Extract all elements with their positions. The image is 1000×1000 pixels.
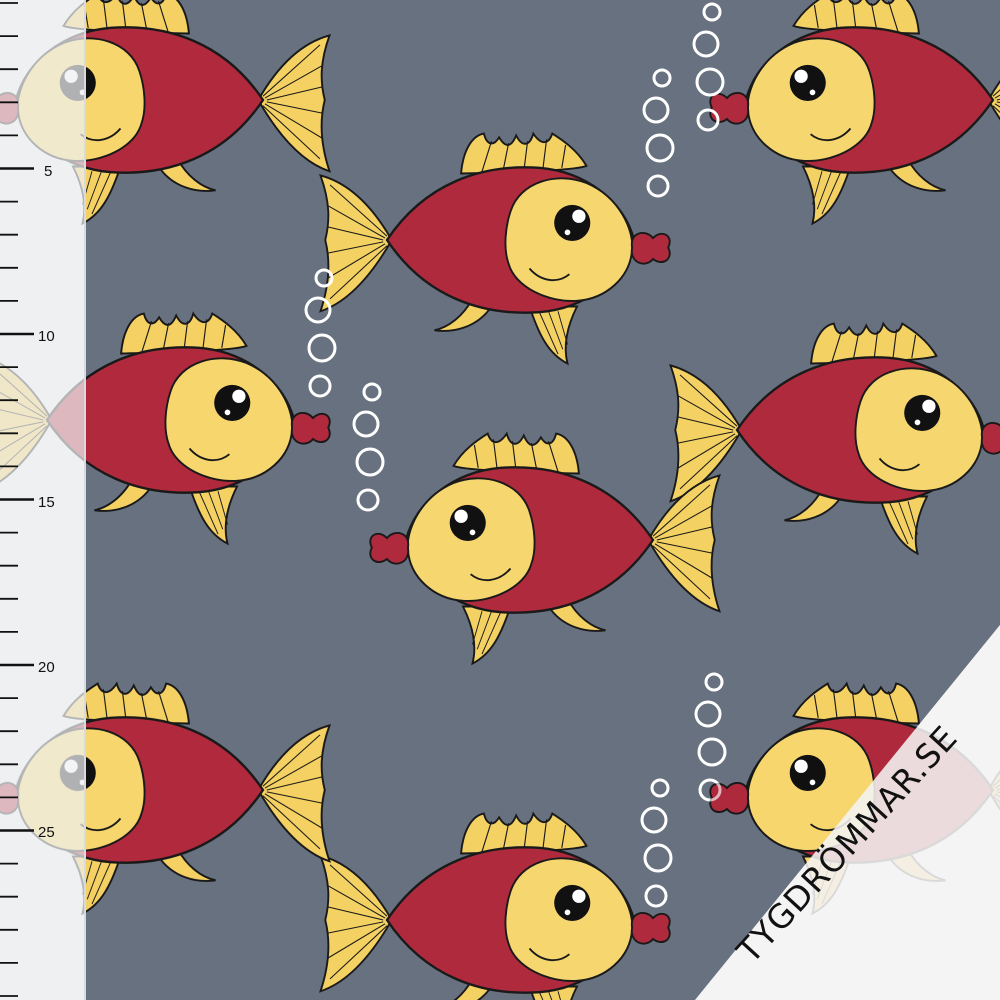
ruler-label: 20	[38, 659, 55, 676]
fabric-swatch: 5 10 15 20 25 TYGDRÖMMAR.SE	[0, 0, 1000, 1000]
ruler-label: 10	[38, 328, 55, 345]
ruler-label: 15	[38, 494, 55, 511]
ruler-label: 5	[44, 163, 52, 180]
ruler-label: 25	[38, 824, 55, 841]
fabric-print-preview: 5 10 15 20 25 TYGDRÖMMAR.SE	[0, 0, 1000, 1000]
